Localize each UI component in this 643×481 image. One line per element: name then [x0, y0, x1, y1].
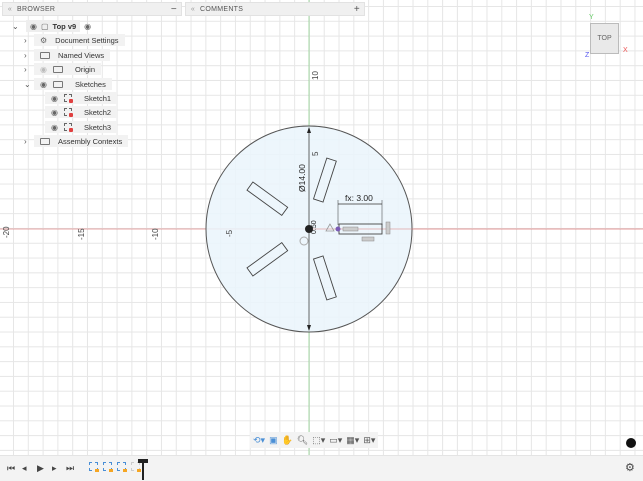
item-label: Assembly Contexts	[58, 136, 123, 146]
folder-icon	[40, 137, 50, 145]
chevron-down-icon[interactable]: ⌄	[24, 80, 31, 89]
svg-text:-15: -15	[77, 228, 86, 240]
look-at-icon[interactable]: ▣	[269, 435, 278, 446]
step-back-icon[interactable]: ◂	[22, 463, 27, 474]
sketch-icon	[63, 108, 73, 117]
collapse-arrows-icon[interactable]: «	[186, 6, 200, 13]
tree-root[interactable]: ⌄ ◉ ▢ Top v9 ◉	[12, 20, 91, 32]
viewcube-top-face[interactable]: TOP	[590, 23, 619, 54]
tree-item-origin[interactable]: › ◉ Origin	[24, 63, 101, 75]
comments-title: COMMENTS	[200, 5, 244, 13]
chevron-right-icon[interactable]: ›	[24, 36, 27, 45]
account-icon[interactable]	[626, 438, 636, 448]
comments-panel-header[interactable]: « COMMENTS +	[185, 2, 365, 16]
go-to-start-icon[interactable]: ⏮	[7, 463, 15, 474]
chevron-right-icon[interactable]: ›	[24, 137, 27, 146]
eye-hidden-icon[interactable]: ◉	[40, 65, 47, 74]
item-label: Origin	[74, 64, 95, 74]
eye-icon[interactable]: ◉	[40, 80, 47, 89]
tree-item-document-settings[interactable]: › ⚙ Document Settings	[24, 34, 125, 46]
eye-icon[interactable]: ◉	[30, 22, 37, 31]
timeline-marker[interactable]	[142, 460, 144, 480]
chevron-down-icon[interactable]: ⌄	[12, 22, 19, 31]
play-icon[interactable]: ▶	[37, 463, 44, 474]
gear-icon[interactable]: ⚙	[625, 461, 635, 474]
item-label: Sketches	[74, 79, 106, 89]
eye-icon[interactable]: ◉	[51, 123, 58, 132]
browser-title: BROWSER	[17, 5, 56, 13]
svg-text:-5: -5	[225, 229, 234, 237]
tree-item-assembly-contexts[interactable]: › Assembly Contexts	[24, 135, 129, 147]
component-icon: ▢	[40, 21, 49, 31]
collapse-arrows-icon[interactable]: «	[3, 6, 17, 13]
timeline-sketch-feature[interactable]	[89, 462, 99, 472]
x-axis-label: X	[623, 47, 628, 54]
step-forward-icon[interactable]: ▸	[52, 463, 57, 474]
selected-point	[335, 226, 341, 232]
timeline-sketch-feature[interactable]	[117, 462, 127, 472]
small-dimension: 0.50	[311, 220, 318, 234]
pan-hand-icon[interactable]: ✋	[282, 435, 293, 446]
item-label: Sketch3	[83, 122, 112, 132]
item-label: Sketch1	[83, 93, 112, 103]
browser-panel-header[interactable]: « BROWSER −	[2, 2, 182, 16]
go-to-end-icon[interactable]: ⏭	[66, 463, 74, 474]
sketch-icon	[63, 94, 73, 103]
display-settings-icon[interactable]: ▭▾	[329, 435, 342, 446]
root-label: Top v9	[52, 21, 77, 31]
y-axis-label: Y	[589, 14, 594, 21]
eye-icon[interactable]: ◉	[51, 108, 58, 117]
tree-item-named-views[interactable]: › Named Views	[24, 49, 111, 61]
tree-item-sketch1[interactable]: ◉ Sketch1	[45, 92, 118, 104]
activate-radio-icon[interactable]: ◉	[84, 22, 91, 31]
gear-icon: ⚙	[40, 35, 48, 45]
timeline-sketch-feature[interactable]	[103, 462, 113, 472]
folder-icon	[52, 65, 63, 73]
svg-text:-10: -10	[151, 228, 160, 240]
tree-item-sketch3[interactable]: ◉ Sketch3	[45, 121, 118, 133]
fit-icon[interactable]: ⬚▾	[312, 435, 325, 446]
timeline: ⏮ ◂ ▶ ▸ ⏭ ⚙	[0, 455, 643, 481]
svg-text:5: 5	[311, 151, 320, 156]
svg-text:10: 10	[311, 71, 320, 80]
ruler-label: -20	[2, 226, 11, 238]
chevron-right-icon[interactable]: ›	[24, 65, 27, 74]
folder-icon	[40, 51, 50, 59]
browser-minimize-button[interactable]: −	[167, 4, 181, 15]
timeline-feature-disabled[interactable]	[131, 462, 141, 472]
eye-icon[interactable]: ◉	[51, 94, 58, 103]
sketch-icon	[63, 123, 73, 132]
navigation-toolbar: ⟲▾ ▣ ✋ 🔍︎ ⬚▾ ▭▾ ▦▾ ⊞▾	[250, 432, 379, 448]
viewports-icon[interactable]: ⊞▾	[363, 435, 375, 446]
item-label: Document Settings	[55, 35, 119, 45]
orbit-icon[interactable]: ⟲▾	[253, 435, 265, 446]
item-label: Sketch2	[83, 107, 112, 117]
zoom-icon[interactable]: 🔍︎	[297, 435, 308, 446]
z-axis-label: Z	[585, 52, 590, 59]
tree-item-sketch2[interactable]: ◉ Sketch2	[45, 106, 118, 118]
fx-dimension: fx: 3.00	[345, 193, 373, 203]
tree-item-sketches[interactable]: ⌄ ◉ Sketches	[24, 78, 112, 90]
chevron-right-icon[interactable]: ›	[24, 51, 27, 60]
diameter-dimension: Ø14.00	[297, 164, 307, 192]
grid-icon[interactable]: ▦▾	[346, 435, 359, 446]
viewcube[interactable]: Y TOP X Z	[584, 14, 632, 62]
item-label: Named Views	[58, 50, 105, 60]
folder-icon	[52, 80, 63, 88]
comments-add-button[interactable]: +	[350, 4, 364, 15]
